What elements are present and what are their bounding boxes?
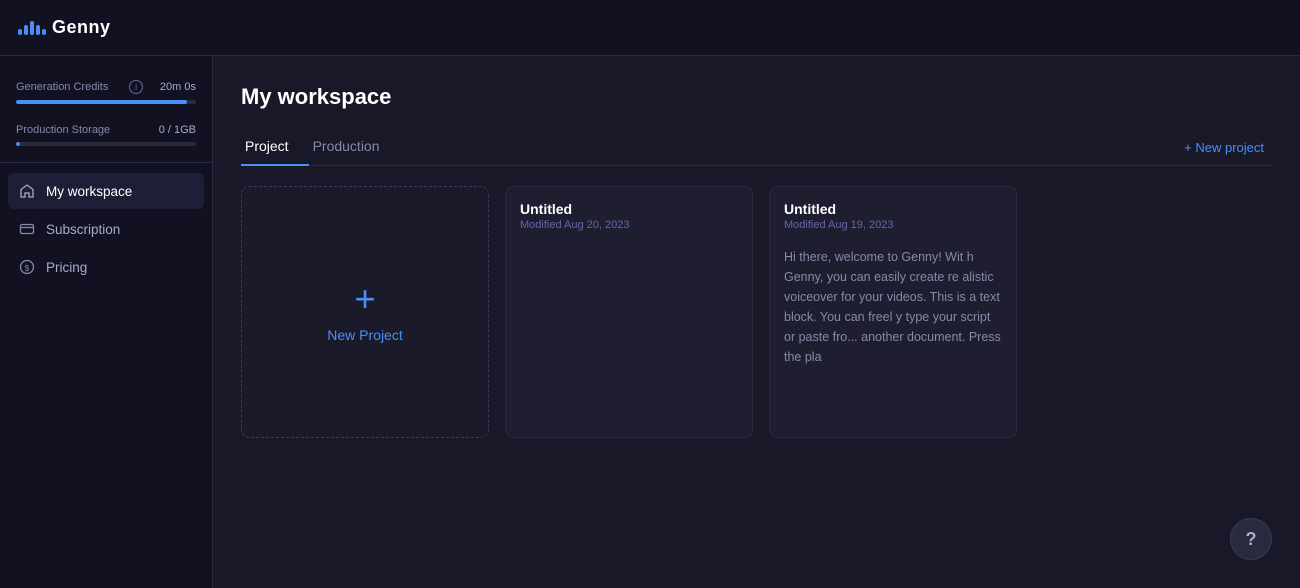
pricing-label: Pricing	[46, 260, 87, 275]
tab-project[interactable]: Project	[241, 130, 309, 166]
credits-info-icon[interactable]: i	[129, 80, 143, 94]
card-1-date: Modified Aug 20, 2023	[520, 219, 738, 231]
card-1-body	[506, 237, 752, 437]
storage-progress-bg	[16, 142, 196, 146]
project-card-2[interactable]: Untitled Modified Aug 19, 2023 Hi there,…	[769, 186, 1017, 438]
storage-header: Production Storage 0 / 1GB	[16, 124, 196, 136]
card-2-header: Untitled Modified Aug 19, 2023	[770, 187, 1016, 237]
storage-label: Production Storage	[16, 124, 110, 136]
storage-progress-fill	[16, 142, 20, 146]
card-1-header: Untitled Modified Aug 20, 2023	[506, 187, 752, 237]
subscription-label: Subscription	[46, 222, 120, 237]
main-content: My workspace Project Production + New pr…	[213, 56, 1300, 588]
tabs-left: Project Production	[241, 130, 400, 165]
credits-progress-bg	[16, 100, 196, 104]
topbar: Genny	[0, 0, 1300, 56]
card-2-date: Modified Aug 19, 2023	[784, 219, 1002, 231]
logo-bar-5	[42, 29, 46, 35]
svg-text:$: $	[25, 264, 30, 273]
tab-production[interactable]: Production	[309, 130, 400, 166]
new-card-label: New Project	[327, 327, 402, 343]
page-title: My workspace	[241, 84, 1272, 110]
pricing-icon: $	[18, 258, 36, 276]
sidebar-item-pricing[interactable]: $ Pricing	[8, 249, 204, 285]
main-layout: Generation Credits i 20m 0s Production S…	[0, 56, 1300, 588]
project-card-1[interactable]: Untitled Modified Aug 20, 2023	[505, 186, 753, 438]
help-button[interactable]: ?	[1230, 518, 1272, 560]
card-icon	[18, 220, 36, 238]
logo-bar-3	[30, 21, 34, 35]
credits-value: 20m 0s	[160, 81, 196, 93]
credits-progress-fill	[16, 100, 187, 104]
logo-icon	[18, 21, 46, 35]
new-card-plus-icon: +	[354, 281, 375, 317]
sidebar-item-subscription[interactable]: Subscription	[8, 211, 204, 247]
storage-value: 0 / 1GB	[159, 124, 196, 136]
card-2-body: Hi there, welcome to Genny! Wit h Genny,…	[770, 237, 1016, 437]
credits-label: Generation Credits	[16, 81, 108, 93]
logo-bar-1	[18, 29, 22, 35]
logo-bar-2	[24, 25, 28, 35]
sidebar-item-workspace[interactable]: My workspace	[8, 173, 204, 209]
card-2-title: Untitled	[784, 201, 1002, 217]
logo-bar-4	[36, 25, 40, 35]
credits-header: Generation Credits i 20m 0s	[16, 80, 196, 94]
credits-section: Generation Credits i 20m 0s	[0, 66, 212, 110]
new-project-card[interactable]: + New Project	[241, 186, 489, 438]
sidebar: Generation Credits i 20m 0s Production S…	[0, 56, 213, 588]
storage-section: Production Storage 0 / 1GB	[0, 110, 212, 152]
sidebar-nav: My workspace Subscription $	[0, 173, 212, 285]
tabs-bar: Project Production + New project	[241, 130, 1272, 166]
logo: Genny	[18, 17, 111, 38]
sidebar-divider	[0, 162, 212, 163]
home-icon	[18, 182, 36, 200]
cards-grid: + New Project Untitled Modified Aug 20, …	[241, 186, 1272, 438]
new-project-header-btn[interactable]: + New project	[1176, 136, 1272, 159]
card-1-title: Untitled	[520, 201, 738, 217]
help-icon: ?	[1246, 529, 1257, 550]
app-name: Genny	[52, 17, 111, 38]
workspace-label: My workspace	[46, 184, 132, 199]
